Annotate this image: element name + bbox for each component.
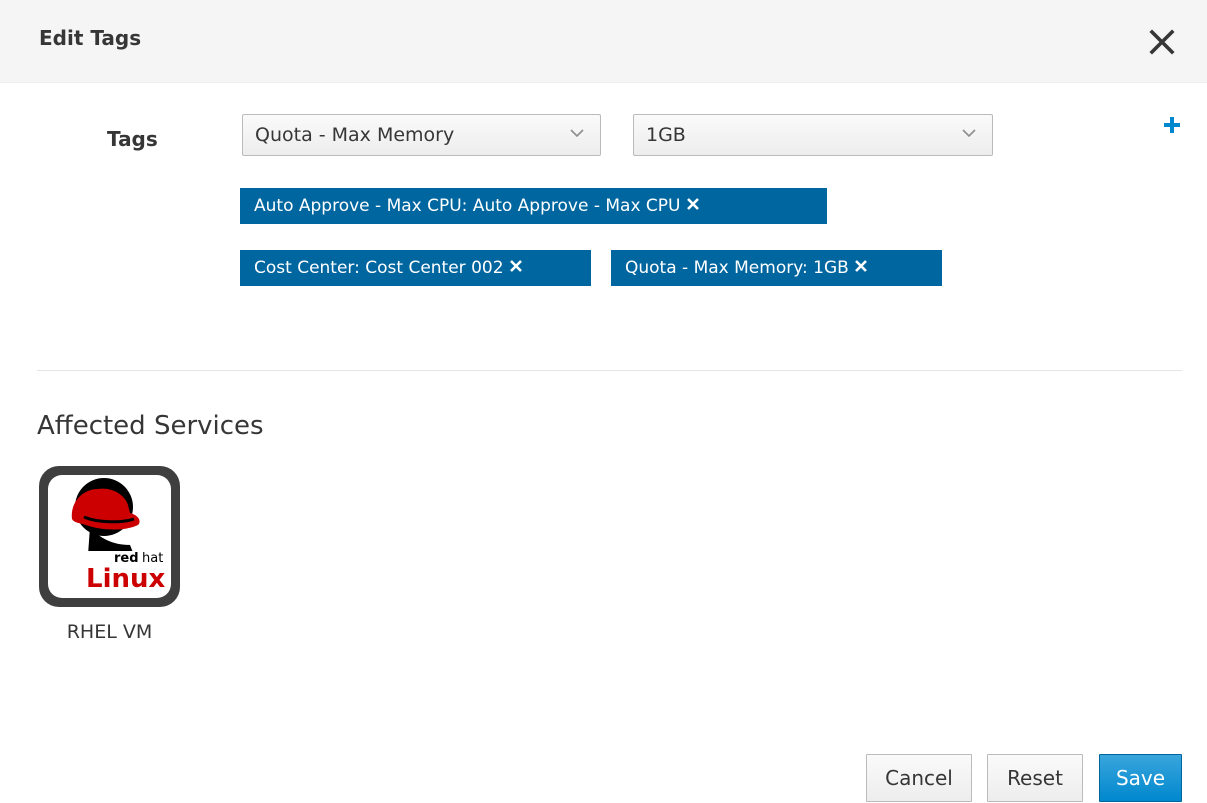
chevron-down-icon bbox=[570, 129, 584, 138]
svg-text:Linux: Linux bbox=[86, 564, 165, 594]
service-name: RHEL VM bbox=[66, 621, 153, 643]
modal-title: Edit Tags bbox=[39, 26, 142, 50]
plus-icon bbox=[1164, 117, 1180, 133]
modal-header: Edit Tags bbox=[0, 0, 1207, 83]
cancel-button[interactable]: Cancel bbox=[866, 754, 972, 802]
close-button[interactable] bbox=[1146, 26, 1178, 58]
tag-chip: Auto Approve - Max CPU: Auto Approve - M… bbox=[240, 188, 827, 224]
tag-chip: Cost Center: Cost Center 002 bbox=[240, 250, 591, 286]
tag-category-value: Quota - Max Memory bbox=[255, 124, 455, 146]
tag-chip-label: Cost Center: Cost Center 002 bbox=[254, 258, 504, 278]
remove-tag-icon[interactable] bbox=[508, 258, 524, 274]
tag-chip-label: Auto Approve - Max CPU: Auto Approve - M… bbox=[254, 196, 681, 216]
tags-label: Tags bbox=[107, 127, 158, 151]
tag-category-select[interactable]: Quota - Max Memory bbox=[242, 114, 601, 156]
close-icon bbox=[1149, 29, 1175, 55]
tag-chip-label: Quota - Max Memory: 1GB bbox=[625, 258, 849, 278]
reset-button[interactable]: Reset bbox=[987, 754, 1083, 802]
section-divider bbox=[37, 370, 1182, 371]
redhat-linux-logo: red hat Linux bbox=[39, 466, 180, 607]
add-tag-button[interactable] bbox=[1161, 114, 1183, 136]
affected-services-title: Affected Services bbox=[37, 411, 264, 441]
tag-chip: Quota - Max Memory: 1GB bbox=[611, 250, 942, 286]
service-card[interactable]: red hat Linux bbox=[38, 465, 181, 608]
chevron-down-icon bbox=[962, 129, 976, 138]
remove-tag-icon[interactable] bbox=[685, 196, 701, 212]
tag-value-value: 1GB bbox=[646, 124, 686, 146]
save-button[interactable]: Save bbox=[1099, 754, 1182, 802]
tag-value-select[interactable]: 1GB bbox=[633, 114, 993, 156]
remove-tag-icon[interactable] bbox=[853, 258, 869, 274]
